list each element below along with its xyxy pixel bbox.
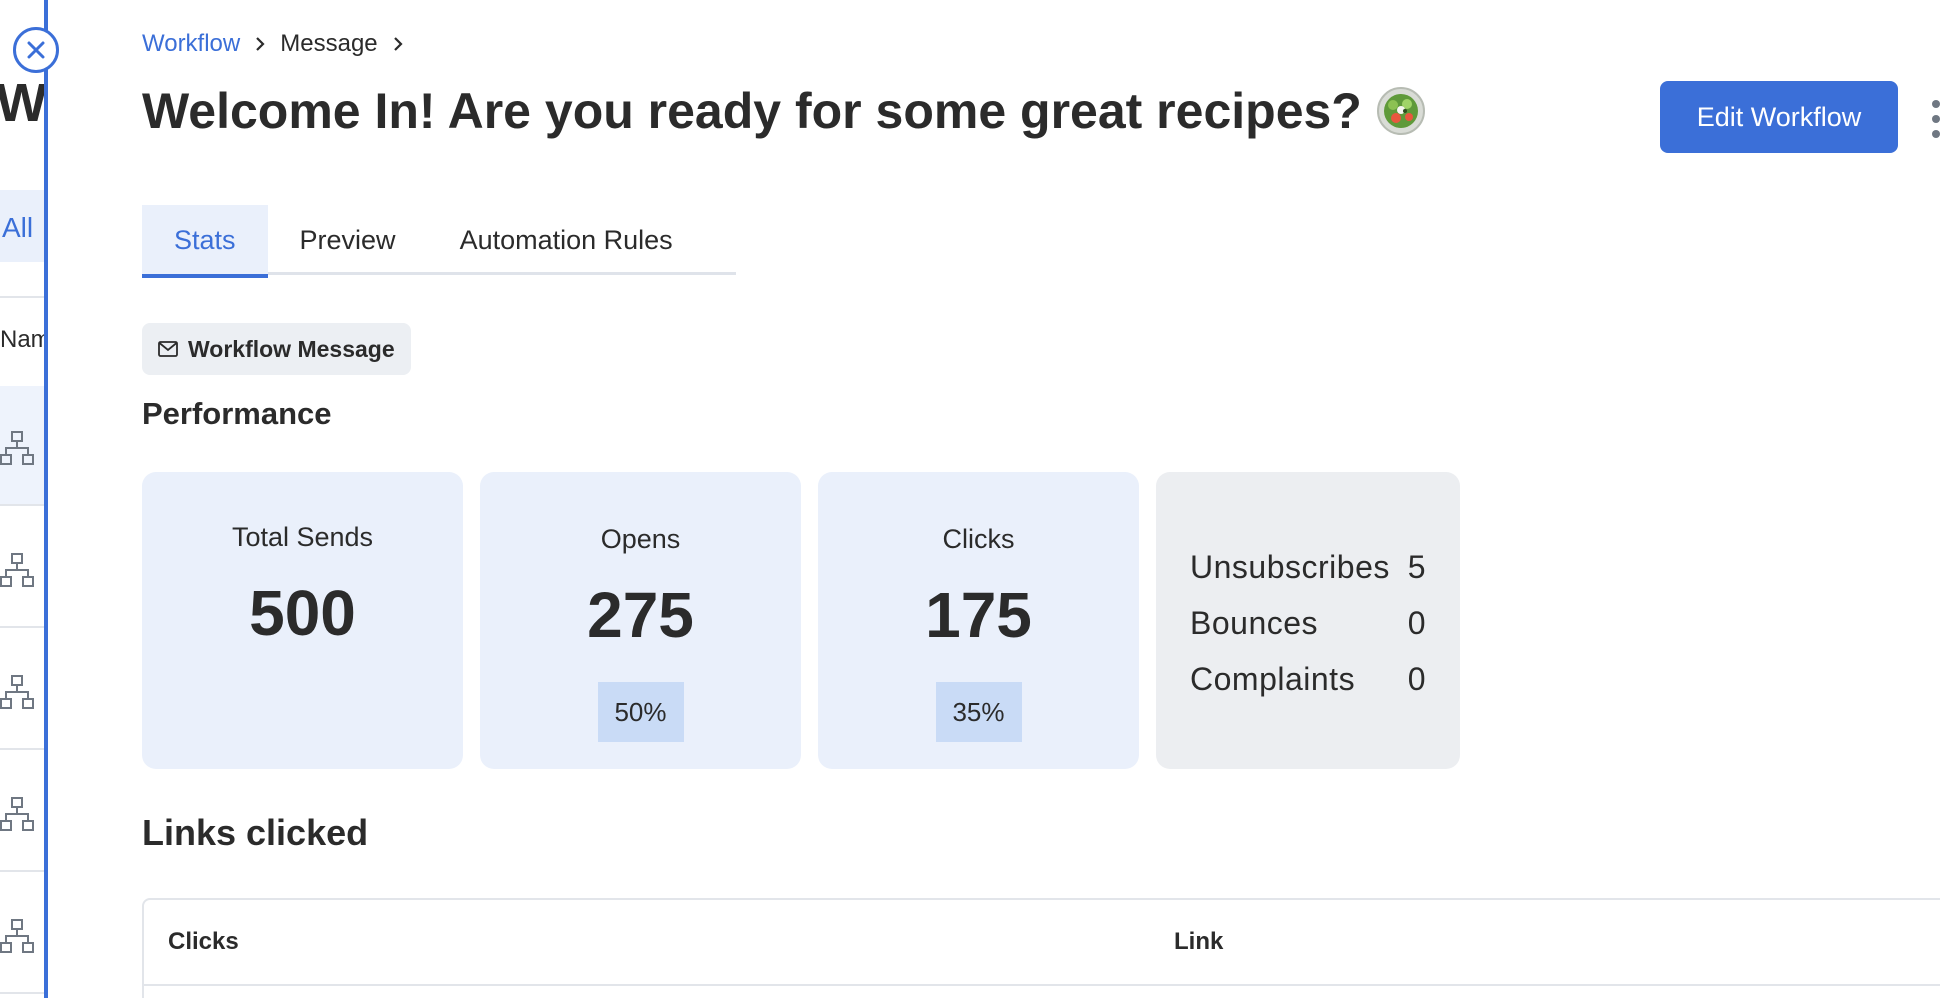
- workflow-icon: [0, 675, 34, 709]
- complaints-label: Complaints: [1190, 661, 1356, 697]
- tab-bar: Stats Preview Automation Rules: [142, 205, 736, 278]
- background-tab-all[interactable]: All: [0, 190, 44, 262]
- workflow-message-badge: Workflow Message: [142, 323, 411, 375]
- breadcrumb-workflow-link[interactable]: Workflow: [142, 30, 240, 58]
- opens-label: Opens: [600, 524, 681, 554]
- envelope-icon: [158, 341, 178, 357]
- table-header-row: Clicks Link: [144, 900, 1940, 986]
- unsubscribes-row: Unsubscribes 5: [1190, 539, 1426, 595]
- chevron-right-icon: [254, 35, 266, 53]
- background-page-title: Wo: [0, 73, 44, 133]
- workflow-icon: [0, 919, 34, 953]
- chevron-right-icon: [392, 35, 404, 53]
- tab-stats[interactable]: Stats: [142, 205, 268, 278]
- column-header-link[interactable]: Link: [1174, 928, 1223, 956]
- kebab-menu-icon[interactable]: [1924, 98, 1940, 140]
- background-column-header: Nam: [0, 326, 44, 353]
- tab-automation-rules[interactable]: Automation Rules: [428, 205, 705, 275]
- background-page: Wo All Nam: [0, 0, 44, 998]
- background-row[interactable]: [0, 874, 44, 994]
- message-drawer: Workflow Message Welcome In! Are you rea…: [44, 0, 1940, 998]
- opens-value: 275: [587, 579, 694, 651]
- clicks-value: 175: [925, 579, 1032, 651]
- workflow-icon: [0, 431, 34, 465]
- total-sends-card: Total Sends 500: [142, 472, 463, 769]
- background-row[interactable]: [0, 386, 44, 506]
- page-title: Welcome In! Are you ready for some great…: [142, 82, 1426, 140]
- other-stats-card: Unsubscribes 5 Bounces 0 Complaints 0: [1156, 472, 1460, 769]
- performance-title: Performance: [142, 396, 332, 431]
- total-sends-label: Total Sends: [231, 522, 374, 552]
- column-header-clicks[interactable]: Clicks: [168, 928, 239, 956]
- background-row[interactable]: [0, 508, 44, 628]
- workflow-icon: [0, 553, 34, 587]
- background-tab-label: All: [2, 212, 34, 243]
- workflow-message-label: Workflow Message: [188, 335, 395, 362]
- breadcrumb-message: Message: [280, 30, 378, 57]
- links-clicked-table: Clicks Link: [142, 898, 1940, 998]
- close-icon: [27, 41, 45, 59]
- bounces-row: Bounces 0: [1190, 595, 1426, 651]
- unsubscribes-value: 5: [1407, 549, 1426, 585]
- workflow-icon: [0, 797, 34, 831]
- page-title-text: Welcome In! Are you ready for some great…: [142, 83, 1362, 139]
- opens-percent-badge: 50%: [597, 682, 684, 742]
- clicks-label: Clicks: [942, 524, 1015, 554]
- tab-preview[interactable]: Preview: [268, 205, 428, 275]
- clicks-percent-badge: 35%: [935, 682, 1022, 742]
- divider: [0, 296, 44, 298]
- complaints-value: 0: [1407, 661, 1426, 697]
- background-row[interactable]: [0, 752, 44, 872]
- unsubscribes-label: Unsubscribes: [1190, 549, 1390, 585]
- breadcrumb: Workflow Message: [142, 30, 404, 58]
- edit-workflow-button[interactable]: Edit Workflow: [1660, 81, 1898, 153]
- bounces-label: Bounces: [1190, 605, 1319, 641]
- background-row[interactable]: [0, 630, 44, 750]
- opens-card: Opens 275 50%: [480, 472, 801, 769]
- close-drawer-button[interactable]: [13, 27, 59, 73]
- salad-bowl-icon: [1376, 87, 1425, 135]
- bounces-value: 0: [1407, 605, 1426, 641]
- clicks-card: Clicks 175 35%: [818, 472, 1139, 769]
- complaints-row: Complaints 0: [1190, 651, 1426, 707]
- total-sends-value: 500: [249, 577, 356, 649]
- links-clicked-title: Links clicked: [142, 812, 369, 853]
